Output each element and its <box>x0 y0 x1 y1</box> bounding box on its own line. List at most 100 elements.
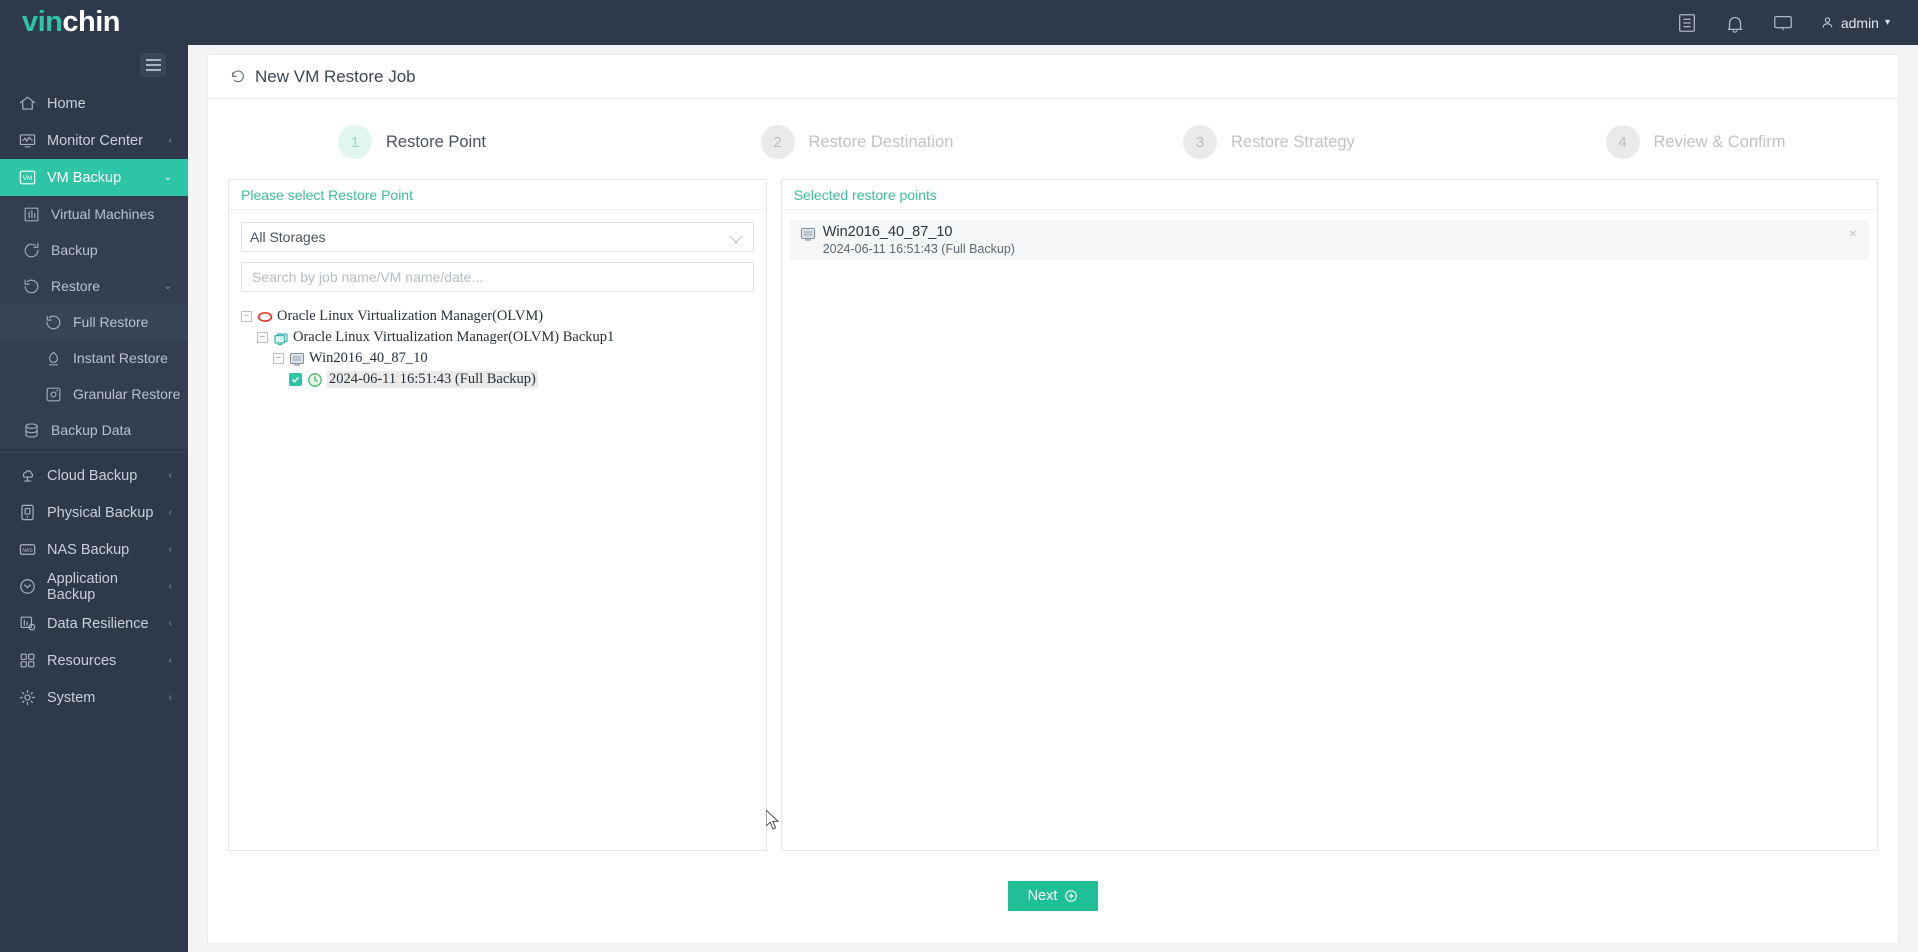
sidebar-item-label: Backup Data <box>51 422 132 438</box>
vm-icon <box>289 352 305 366</box>
sidebar-item-nas-backup[interactable]: NAS NAS Backup ‹ <box>0 531 188 568</box>
sidebar-item-application-backup[interactable]: Application Backup ‹ <box>0 568 188 605</box>
step-review-confirm[interactable]: 4 Review & Confirm <box>1476 125 1899 159</box>
user-avatar-icon <box>1822 17 1833 28</box>
svg-text:NAS: NAS <box>22 548 33 554</box>
virtual-machines-icon <box>24 207 39 221</box>
sidebar-item-vm-backup[interactable]: VM VM Backup ⌄ <box>0 159 188 196</box>
step-restore-point[interactable]: 1 Restore Point <box>208 125 631 159</box>
sidebar-item-label: Virtual Machines <box>51 206 155 222</box>
hamburger-menu-icon[interactable] <box>140 53 166 77</box>
next-button[interactable]: Next <box>1007 881 1099 911</box>
svg-text:VM: VM <box>23 175 33 182</box>
sidebar-item-virtual-machines[interactable]: Virtual Machines <box>0 196 188 232</box>
tree-expand-toggle[interactable]: − <box>241 311 252 322</box>
selected-points-list: Win2016_40_87_10 2024-06-11 16:51:43 (Ful… <box>789 220 1869 260</box>
sidebar-item-system[interactable]: System ‹ <box>0 679 188 716</box>
tree-node-label: Win2016_40_87_10 <box>309 350 428 366</box>
sidebar-divider <box>0 452 188 453</box>
sidebar-item-label: VM Backup <box>47 169 122 186</box>
sidebar-item-label: Physical Backup <box>47 504 154 521</box>
restore-point-tree: − Oracle Linux Virtualization Manager(OLV… <box>241 306 754 390</box>
sidebar-item-restore[interactable]: Restore ⌄ <box>0 268 188 304</box>
top-bar-actions: admin ▾ <box>1676 12 1918 34</box>
sidebar-nav: Home Monitor Center ‹ VM VM Backup ⌄ Virtual M… <box>0 85 188 716</box>
logo-text-part1: vin <box>22 6 63 38</box>
step-restore-destination[interactable]: 2 Restore Destination <box>631 125 1054 159</box>
system-icon <box>19 689 36 706</box>
step-number: 3 <box>1183 125 1217 159</box>
tree-node-label: Oracle Linux Virtualization Manager(OLVM… <box>293 329 615 345</box>
sidebar-item-cloud-backup[interactable]: Cloud Backup ‹ <box>0 457 188 494</box>
sidebar-item-label: Home <box>47 95 86 112</box>
page-title-text: New VM Restore Job <box>255 66 416 86</box>
step-number: 2 <box>760 125 795 159</box>
storage-select[interactable]: All Storages <box>241 222 754 252</box>
tree-node[interactable]: − Win2016_40_87_10 <box>241 348 754 369</box>
tree-node[interactable]: − Oracle Linux Virtualization Manager(OLV… <box>241 306 754 327</box>
granular-restore-icon <box>46 387 61 401</box>
tree-expand-toggle[interactable]: − <box>273 353 284 364</box>
sidebar-item-label: Backup <box>51 242 98 258</box>
chevron-left-icon: ‹ <box>168 618 172 629</box>
resources-icon <box>20 653 35 668</box>
sidebar-item-label: System <box>47 689 96 706</box>
page-title: New VM Restore Job <box>208 55 1898 99</box>
sidebar-item-monitor-center[interactable]: Monitor Center ‹ <box>0 122 188 159</box>
chevron-left-icon: ‹ <box>168 470 172 481</box>
tree-node-checkbox[interactable] <box>289 373 302 386</box>
sidebar-item-label: Monitor Center <box>47 132 143 149</box>
sidebar-item-full-restore[interactable]: Full Restore <box>0 304 188 340</box>
tree-expand-toggle[interactable]: − <box>257 332 268 343</box>
sidebar-item-backup[interactable]: Backup <box>0 232 188 268</box>
wizard-stepper: 1 Restore Point 2 Restore Destination 3 Resto… <box>208 99 1898 179</box>
restore-point-panel-header: Please select Restore Point <box>229 180 766 210</box>
sidebar-item-label: Data Resilience <box>47 615 149 632</box>
chevron-left-icon: ‹ <box>168 655 172 666</box>
sidebar-item-resources[interactable]: Resources ‹ <box>0 642 188 679</box>
logo-text-part2: chin <box>62 6 121 38</box>
restore-job-card: New VM Restore Job 1 Restore Point 2 Restor… <box>208 55 1898 943</box>
physical-backup-icon <box>21 504 34 521</box>
bell-icon[interactable] <box>1724 12 1746 34</box>
clock-icon <box>308 372 322 387</box>
data-resilience-icon <box>20 616 36 631</box>
sidebar-item-data-resilience[interactable]: Data Resilience ‹ <box>0 605 188 642</box>
home-icon <box>19 96 36 110</box>
step-label: Restore Destination <box>808 132 954 151</box>
full-restore-icon <box>46 315 61 329</box>
step-label: Review & Confirm <box>1653 132 1786 151</box>
sidebar-item-label: Resources <box>47 652 117 669</box>
monitor-icon[interactable] <box>1772 12 1794 34</box>
remove-selected-point-icon[interactable]: × <box>1849 226 1857 240</box>
chevron-down-icon: ⌄ <box>163 280 172 292</box>
sidebar-item-label: Cloud Backup <box>47 467 138 484</box>
sidebar: Home Monitor Center ‹ VM VM Backup ⌄ Virtual M… <box>0 45 188 952</box>
sidebar-item-instant-restore[interactable]: Instant Restore <box>0 340 188 376</box>
step-label: Restore Point <box>386 132 486 151</box>
search-input[interactable] <box>241 262 754 292</box>
restore-point-panel: Please select Restore Point All Storages… <box>228 179 767 851</box>
selected-restore-point-item[interactable]: Win2016_40_87_10 2024-06-11 16:51:43 (Ful… <box>789 220 1869 260</box>
sidebar-item-granular-restore[interactable]: Granular Restore <box>0 376 188 412</box>
sidebar-item-home[interactable]: Home <box>0 85 188 122</box>
log-icon[interactable] <box>1676 12 1698 34</box>
sidebar-item-physical-backup[interactable]: Physical Backup ‹ <box>0 494 188 531</box>
selected-point-detail: 2024-06-11 16:51:43 (Full Backup) <box>822 242 1015 256</box>
user-name: admin <box>1840 14 1879 31</box>
main-content: New VM Restore Job 1 Restore Point 2 Restor… <box>188 45 1918 952</box>
step-restore-strategy[interactable]: 3 Restore Strategy <box>1053 125 1476 159</box>
user-menu[interactable]: admin ▾ <box>1820 15 1890 31</box>
sidebar-item-backup-data[interactable]: Backup Data <box>0 412 188 448</box>
selected-points-panel-body: Win2016_40_87_10 2024-06-11 16:51:43 (Ful… <box>782 210 1877 850</box>
instant-restore-icon <box>48 351 59 365</box>
step-number: 1 <box>338 125 372 159</box>
sidebar-item-label: Granular Restore <box>73 386 181 402</box>
app-logo[interactable]: vinchin <box>0 0 188 45</box>
sidebar-item-label: NAS Backup <box>47 541 130 558</box>
sidebar-toggle-wrap <box>0 45 188 85</box>
tree-node[interactable]: 2024-06-11 16:51:43 (Full Backup) <box>241 369 754 390</box>
restore-point-panel-body: All Storages −Oracle Linux Virtualizatio… <box>229 210 766 850</box>
tree-node[interactable]: − Oracle Linux Virtualization Manager(OLV… <box>241 327 754 348</box>
backup-data-icon <box>25 422 38 438</box>
